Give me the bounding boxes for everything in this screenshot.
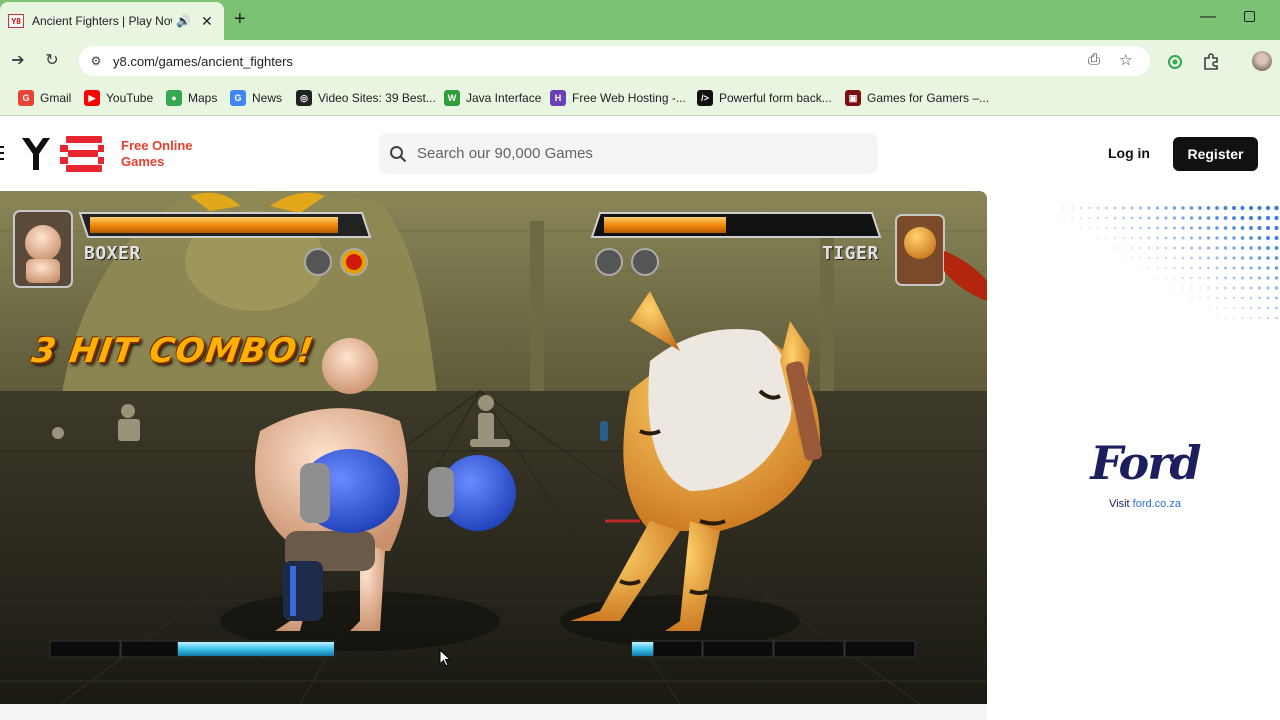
power-segment (49, 640, 121, 658)
bookmark-label: Video Sites: 39 Best... (318, 91, 436, 105)
forward-icon[interactable]: ➔ (8, 50, 28, 70)
close-tab-icon[interactable]: ✕ (201, 13, 213, 30)
address-url: y8.com/games/ancient_fighters (113, 53, 293, 69)
player1-power-meter (49, 640, 334, 658)
speaker-icon[interactable]: 🔊 (176, 14, 191, 28)
login-link[interactable]: Log in (1108, 145, 1150, 161)
tab-strip: Y8 Ancient Fighters | Play Now 🔊 ✕ + — (0, 0, 1280, 40)
install-app-icon[interactable]: ⎙ (1088, 51, 1100, 68)
bookmark-item[interactable]: ◎ Video Sites: 39 Best... (296, 90, 436, 106)
site-info-icon[interactable]: ⚙ (87, 52, 105, 70)
ad-visit-link[interactable]: ford.co.za (1133, 498, 1181, 510)
power-fill (632, 642, 654, 656)
bookmark-label: Powerful form back... (719, 91, 832, 105)
y8-page: Free Online Games Search our 90,000 Game… (0, 116, 1280, 720)
tab-active[interactable]: Y8 Ancient Fighters | Play Now 🔊 ✕ (0, 2, 224, 40)
bookmarks-bar: G Gmail ▶ YouTube ● Maps G News ◎ Video Sites: 39… (0, 82, 1280, 116)
new-tab-button[interactable]: + (234, 8, 246, 30)
player2-round-indicator (595, 248, 623, 276)
restore-window-icon[interactable] (1244, 11, 1255, 22)
search-icon (390, 145, 407, 162)
bookmark-item[interactable]: G Gmail (18, 90, 71, 106)
power-segment (773, 640, 845, 658)
ad-visit-text: Visit ford.co.za (1050, 498, 1240, 510)
bookmark-label: Games for Gamers –... (867, 91, 990, 105)
bookmark-label: Gmail (40, 91, 72, 105)
ad-visit-prefix: Visit (1109, 498, 1133, 510)
menu-icon[interactable] (0, 146, 4, 160)
tab-title: Ancient Fighters | Play Now (32, 14, 172, 28)
bookmark-favicon-icon: ● (166, 90, 182, 106)
bookmark-item[interactable]: /> Powerful form back... (697, 90, 832, 106)
bookmark-label: Maps (188, 91, 218, 105)
search-input[interactable]: Search our 90,000 Games (417, 145, 593, 162)
power-segment (702, 640, 774, 658)
power-fill (177, 642, 334, 656)
bookmark-item[interactable]: G News (230, 90, 282, 106)
ad-dot-pattern (1062, 205, 1279, 320)
register-button[interactable]: Register (1173, 137, 1258, 171)
bookmark-label: Free Web Hosting -... (572, 91, 686, 105)
bookmark-label: News (252, 91, 283, 105)
bookmark-item[interactable]: ▣ Games for Gamers –... (845, 90, 989, 106)
minimize-icon[interactable]: — (1200, 8, 1216, 26)
bookmark-favicon-icon: G (230, 90, 246, 106)
bookmark-item[interactable]: W Java Interface (444, 90, 541, 106)
bookmark-star-icon[interactable]: ☆ (1119, 51, 1132, 69)
profile-avatar[interactable] (1252, 51, 1272, 71)
bookmark-favicon-icon: G (18, 90, 34, 106)
logo-tagline-line1: Free Online (121, 138, 193, 153)
bookmark-item[interactable]: ▶ YouTube (84, 90, 153, 106)
bottle-prop (600, 421, 608, 441)
bookmark-label: YouTube (106, 91, 154, 105)
reload-icon[interactable]: ↻ (42, 50, 62, 70)
ford-advertisement[interactable]: Ford Visit ford.co.za (1050, 436, 1240, 510)
y8-favicon-icon: Y8 (8, 14, 24, 28)
bookmark-favicon-icon: W (444, 90, 460, 106)
address-bar[interactable]: ⚙ y8.com/games/ancient_fighters ⎙ ☆ (79, 46, 1150, 76)
logo-tagline: Free Online Games (121, 138, 193, 170)
player1-name: BOXER (84, 243, 141, 264)
player1-round-indicator (304, 248, 332, 276)
player2-power-meter (631, 640, 916, 658)
player2-name: TIGER (822, 243, 879, 264)
browser-toolbar: ➔ ↻ ⚙ y8.com/games/ancient_fighters ⎙ ☆ (0, 40, 1280, 82)
ford-logo[interactable]: Ford (1050, 436, 1240, 490)
player1-health-bar (90, 217, 338, 233)
game-canvas[interactable]: BOXER TIGER 3 HIT COMBO! (0, 191, 987, 704)
game-search-box[interactable]: Search our 90,000 Games (379, 133, 878, 174)
mouse-cursor-icon (439, 649, 451, 667)
combo-text: 3 HIT COMBO! (29, 331, 317, 371)
logo-tagline-line2: Games (121, 154, 165, 169)
page-bottom-strip (0, 704, 987, 720)
bookmark-favicon-icon: ◎ (296, 90, 312, 106)
bookmark-favicon-icon: ▶ (84, 90, 100, 106)
extensions-puzzle-icon[interactable] (1202, 52, 1220, 70)
bookmark-favicon-icon: H (550, 90, 566, 106)
bookmark-item[interactable]: H Free Web Hosting -... (550, 90, 686, 106)
bookmark-favicon-icon: ▣ (845, 90, 861, 106)
y8-logo-icon[interactable] (22, 136, 104, 172)
bookmark-favicon-icon: /> (697, 90, 713, 106)
extension-green-icon[interactable] (1166, 52, 1184, 70)
bookmark-item[interactable]: ● Maps (166, 90, 217, 106)
bookmark-label: Java Interface (466, 91, 542, 105)
power-segment (844, 640, 916, 658)
player2-health-bar (604, 217, 726, 233)
